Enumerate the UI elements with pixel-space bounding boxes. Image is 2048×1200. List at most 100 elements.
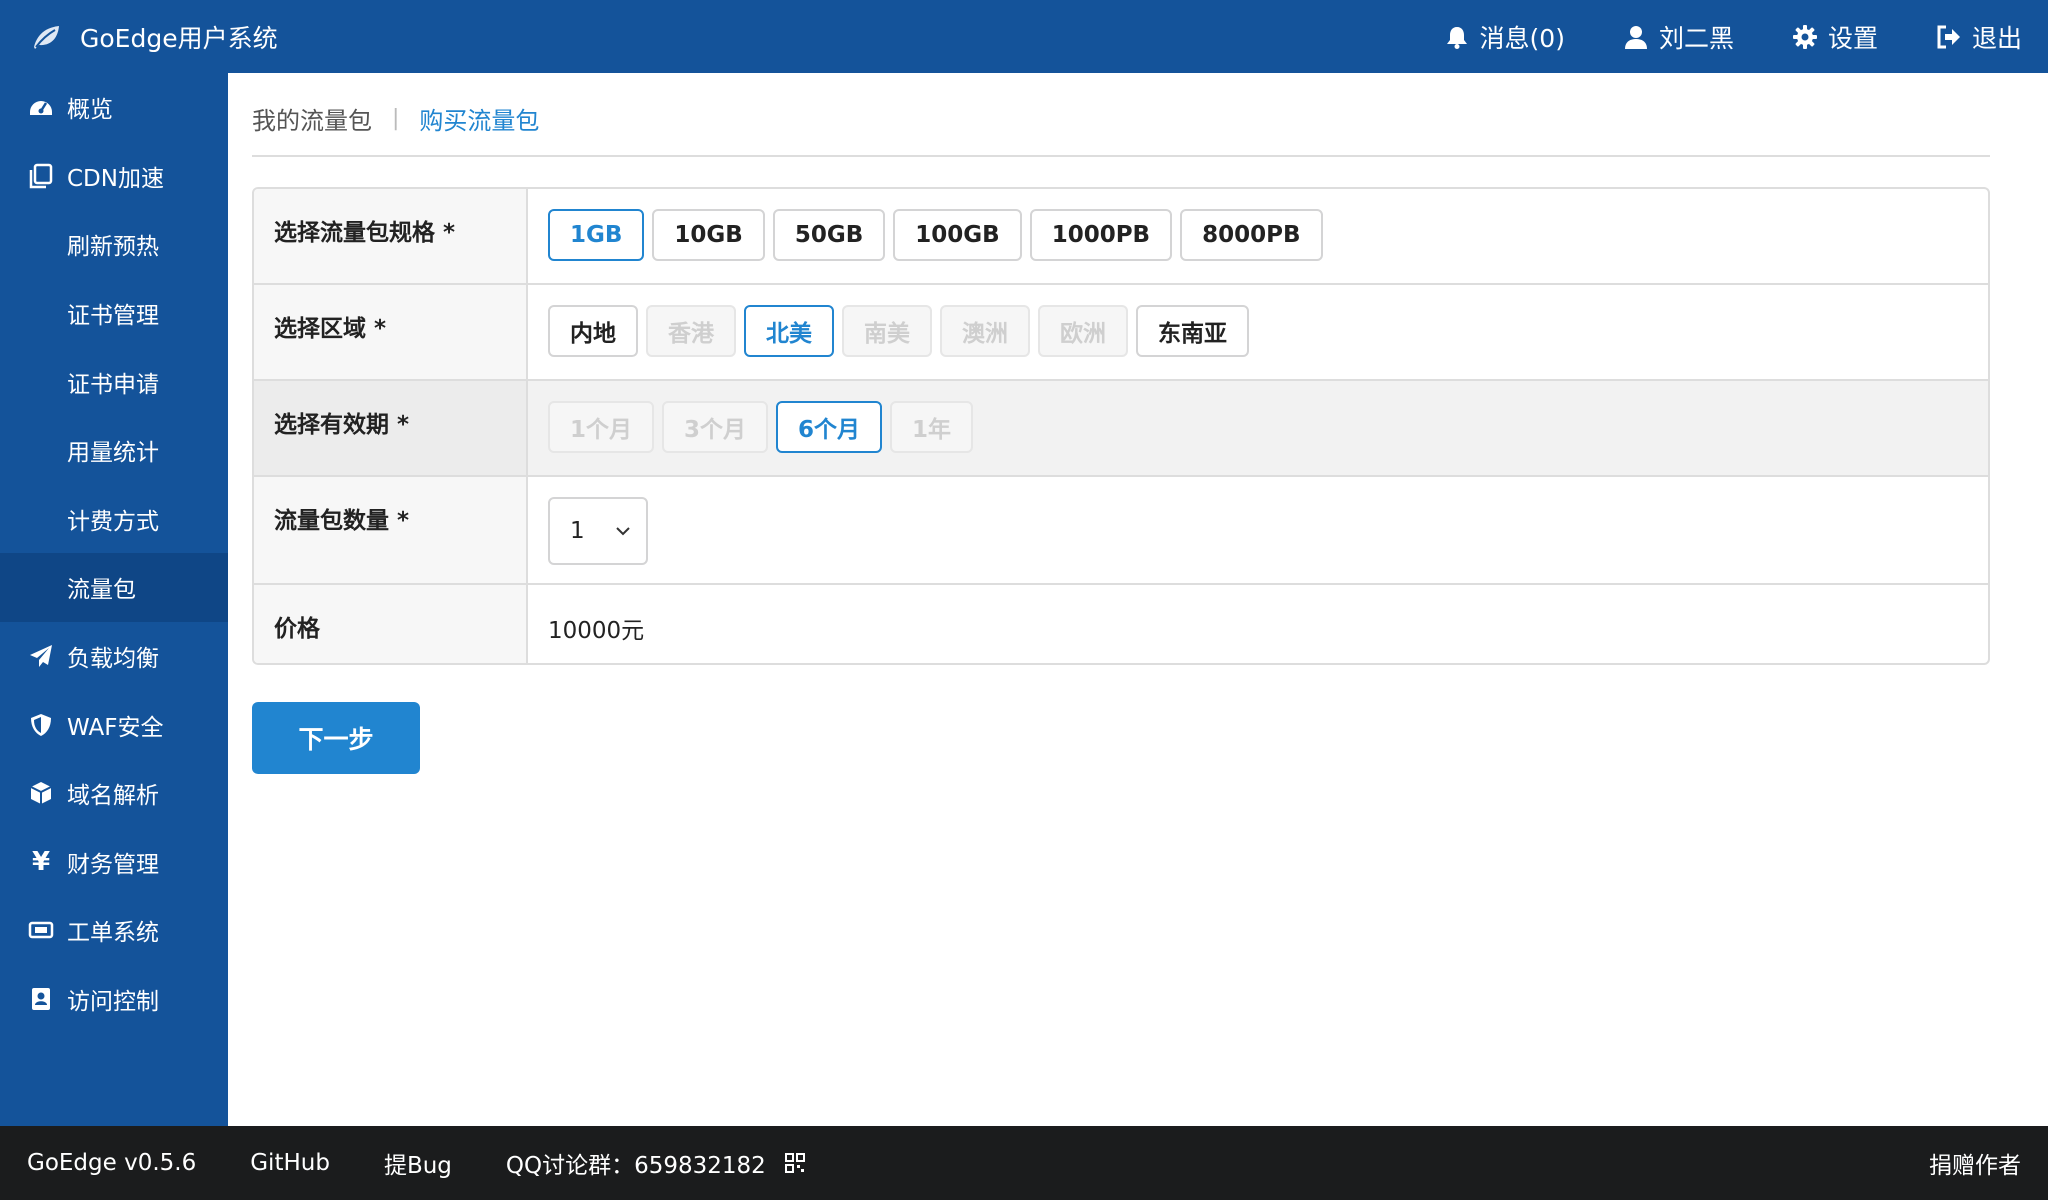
messages-link[interactable]: 消息(0) xyxy=(1444,19,1565,55)
spec-option-10gb[interactable]: 10GB xyxy=(652,209,765,261)
sub-tabs: 我的流量包 | 购买流量包 xyxy=(252,97,539,139)
region-option-south-america: 南美 xyxy=(842,305,932,357)
sidebar-item-label: 刷新预热 xyxy=(67,234,159,261)
tabs-divider xyxy=(252,155,1990,157)
period-options-cell: 1个月 3个月 6个月 1年 xyxy=(528,379,1988,475)
region-option-north-america[interactable]: 北美 xyxy=(744,305,834,357)
ticket-icon xyxy=(28,917,54,943)
tab-separator: | xyxy=(392,105,400,131)
period-option-3-months: 3个月 xyxy=(662,401,769,453)
logout-label: 退出 xyxy=(1971,23,2022,53)
cube-icon xyxy=(28,780,54,806)
footer-qq-group[interactable]: QQ讨论群：659832182 xyxy=(505,1146,806,1180)
sidebar-item-finance[interactable]: ¥ 财务管理 xyxy=(0,828,228,897)
sidebar-item-cert-management[interactable]: 证书管理 xyxy=(0,279,228,348)
quantity-row: 流量包数量 * 1 xyxy=(254,475,1988,583)
sidebar-item-usage-stats[interactable]: 用量统计 xyxy=(0,416,228,485)
gear-icon xyxy=(1792,24,1817,49)
sidebar-item-label: 财务管理 xyxy=(67,851,159,878)
top-bar: GoEdge用户系统 消息(0) 刘二黑 设置 退出 xyxy=(0,0,2048,73)
sidebar-item-label: 用量统计 xyxy=(67,440,159,467)
spec-options: 1GB 10GB 50GB 100GB 1000PB 8000PB xyxy=(548,209,1968,261)
qq-group-text: QQ讨论群：659832182 xyxy=(505,1153,766,1179)
address-book-icon xyxy=(28,986,54,1012)
dashboard-icon xyxy=(28,94,54,120)
period-option-1-month: 1个月 xyxy=(548,401,655,453)
quantity-value: 1 xyxy=(570,518,585,544)
chevron-down-icon xyxy=(616,527,630,536)
leaf-logo-icon xyxy=(34,25,59,49)
bell-icon xyxy=(1446,26,1467,49)
sidebar-item-traffic-package[interactable]: 流量包 xyxy=(0,553,228,622)
qrcode-icon[interactable] xyxy=(785,1153,806,1173)
price-label: 价格 xyxy=(254,583,528,663)
footer-bug-link[interactable]: 提Bug xyxy=(384,1146,452,1180)
spec-option-8000pb[interactable]: 8000PB xyxy=(1180,209,1323,261)
footer-version: GoEdge v0.5.6 xyxy=(27,1150,197,1176)
main-content: 我的流量包 | 购买流量包 选择流量包规格 * 1GB 10GB 50GB 10… xyxy=(228,73,2048,1126)
region-label: 选择区域 * xyxy=(254,283,528,379)
period-options: 1个月 3个月 6个月 1年 xyxy=(548,401,1968,453)
period-option-6-months[interactable]: 6个月 xyxy=(776,401,883,453)
sidebar-item-overview[interactable]: 概览 xyxy=(0,73,228,142)
spec-option-50gb[interactable]: 50GB xyxy=(772,209,886,261)
copy-icon xyxy=(28,163,54,189)
logout-link[interactable]: 退出 xyxy=(1936,19,2022,55)
region-options-cell: 内地 香港 北美 南美 澳洲 欧洲 东南亚 xyxy=(528,283,1988,379)
spec-option-100gb[interactable]: 100GB xyxy=(893,209,1022,261)
sidebar-item-label: WAF安全 xyxy=(67,714,164,741)
yen-icon: ¥ xyxy=(31,846,51,877)
quantity-select[interactable]: 1 xyxy=(548,497,648,565)
purchase-form: 选择流量包规格 * 1GB 10GB 50GB 100GB 1000PB 800… xyxy=(252,187,1990,665)
sidebar-item-label: 计费方式 xyxy=(67,508,159,535)
region-option-southeast-asia[interactable]: 东南亚 xyxy=(1136,305,1249,357)
sidebar-item-label: 工单系统 xyxy=(67,920,159,947)
brand[interactable]: GoEdge用户系统 xyxy=(30,0,278,73)
messages-label: 消息(0) xyxy=(1479,23,1565,53)
spec-row: 选择流量包规格 * 1GB 10GB 50GB 100GB 1000PB 800… xyxy=(254,189,1988,283)
period-label: 选择有效期 * xyxy=(254,379,528,475)
quantity-cell: 1 xyxy=(528,475,1988,583)
tab-my-packages[interactable]: 我的流量包 xyxy=(252,101,372,136)
sidebar: 概览 CDN加速 刷新预热 证书管理 证书申请 用量统计 计费方式 流量包 负载… xyxy=(0,73,228,1126)
quantity-label: 流量包数量 * xyxy=(254,475,528,583)
settings-link[interactable]: 设置 xyxy=(1792,19,1878,55)
region-row: 选择区域 * 内地 香港 北美 南美 澳洲 欧洲 东南亚 xyxy=(254,283,1988,379)
sidebar-item-dns[interactable]: 域名解析 xyxy=(0,759,228,828)
brand-title: GoEdge用户系统 xyxy=(80,23,278,53)
footer: GoEdge v0.5.6 GitHub 提Bug QQ讨论群：65983218… xyxy=(0,1126,2048,1200)
sidebar-menu: 概览 CDN加速 刷新预热 证书管理 证书申请 用量统计 计费方式 流量包 负载… xyxy=(0,73,228,1033)
sidebar-item-label: 访问控制 xyxy=(67,989,159,1016)
tab-buy-packages[interactable]: 购买流量包 xyxy=(419,101,539,136)
sidebar-item-refresh-preheat[interactable]: 刷新预热 xyxy=(0,210,228,279)
region-option-mainland[interactable]: 内地 xyxy=(548,305,638,357)
price-value: 10000元 xyxy=(548,618,645,644)
price-cell: 10000元 xyxy=(528,583,1988,663)
spec-option-1000pb[interactable]: 1000PB xyxy=(1029,209,1173,261)
sidebar-item-load-balancing[interactable]: 负载均衡 xyxy=(0,622,228,691)
user-icon xyxy=(1624,25,1647,49)
top-nav: 消息(0) 刘二黑 设置 退出 xyxy=(1386,0,2022,73)
paper-plane-icon xyxy=(28,643,54,669)
sidebar-item-cert-apply[interactable]: 证书申请 xyxy=(0,347,228,416)
sidebar-item-billing-method[interactable]: 计费方式 xyxy=(0,485,228,554)
sidebar-item-tickets[interactable]: 工单系统 xyxy=(0,896,228,965)
user-name: 刘二黑 xyxy=(1658,23,1734,53)
sidebar-item-cdn[interactable]: CDN加速 xyxy=(0,142,228,211)
period-option-1-year: 1年 xyxy=(890,401,974,453)
footer-github-link[interactable]: GitHub xyxy=(250,1150,330,1176)
sidebar-item-waf[interactable]: WAF安全 xyxy=(0,690,228,759)
footer-donate-link[interactable]: 捐赠作者 xyxy=(1929,1146,2021,1180)
user-link[interactable]: 刘二黑 xyxy=(1623,19,1734,55)
sign-out-icon xyxy=(1937,25,1960,48)
sidebar-item-access-control[interactable]: 访问控制 xyxy=(0,965,228,1034)
price-row: 价格 10000元 xyxy=(254,583,1988,663)
region-options: 内地 香港 北美 南美 澳洲 欧洲 东南亚 xyxy=(548,305,1968,357)
region-option-hongkong: 香港 xyxy=(646,305,736,357)
region-option-europe: 欧洲 xyxy=(1038,305,1128,357)
sidebar-item-label: 域名解析 xyxy=(67,783,159,810)
period-row: 选择有效期 * 1个月 3个月 6个月 1年 xyxy=(254,379,1988,475)
spec-option-1gb[interactable]: 1GB xyxy=(548,209,645,261)
next-step-button[interactable]: 下一步 xyxy=(252,702,420,774)
sidebar-item-label: 证书管理 xyxy=(67,303,159,330)
